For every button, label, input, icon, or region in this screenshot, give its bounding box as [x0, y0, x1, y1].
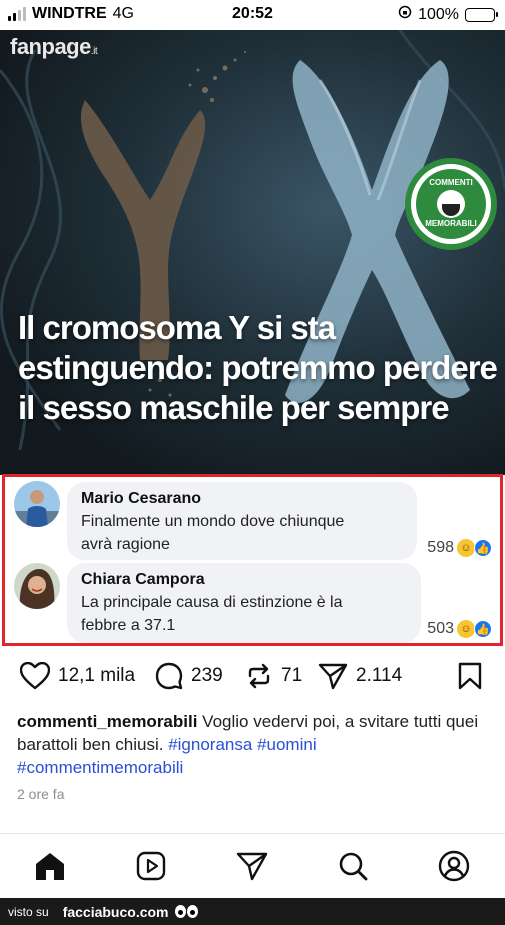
heart-icon — [20, 662, 50, 690]
bookmark-icon — [458, 662, 482, 690]
post-headline: Il cromosoma Y si sta estinguendo: potre… — [18, 309, 498, 426]
battery-percent: 100% — [418, 5, 459, 23]
nav-video[interactable] — [131, 846, 171, 886]
search-icon — [339, 852, 368, 881]
laugh-reaction-icon: ☺ — [457, 539, 475, 557]
save-button[interactable] — [457, 662, 483, 690]
comment-author[interactable]: Mario Cesarano — [81, 490, 403, 508]
comment-bubble[interactable]: Chiara Campora La principale causa di es… — [67, 563, 421, 643]
badge-top-text: COMMENTI — [429, 178, 473, 188]
home-icon — [36, 853, 64, 880]
share-button[interactable]: 2.114 — [318, 662, 402, 690]
repost-button[interactable]: 71 — [245, 662, 302, 690]
nav-profile[interactable] — [434, 846, 474, 886]
avatar[interactable] — [14, 563, 60, 609]
like-reaction-icon: 👍 — [474, 539, 492, 557]
like-reaction-icon: 👍 — [474, 620, 492, 638]
comments-count: 239 — [191, 665, 223, 686]
comment-reactions[interactable]: 503 ☺ 👍 — [427, 620, 492, 638]
commenti-memorabili-badge: COMMENTI MEMORABILI — [405, 158, 497, 250]
bottom-nav — [0, 846, 505, 886]
caption-username[interactable]: commenti_memorabili — [17, 712, 197, 731]
video-icon — [136, 851, 166, 881]
watermark-bar: visto su facciabuco.com — [0, 898, 505, 925]
status-bar: WINDTRE 4G 20:52 100% — [0, 0, 505, 30]
battery-icon — [465, 7, 498, 22]
avatar[interactable] — [14, 481, 60, 527]
comment-author[interactable]: Chiara Campora — [81, 571, 407, 589]
likes-count: 12,1 mila — [58, 665, 136, 686]
orientation-lock-icon — [398, 5, 412, 24]
nav-send[interactable] — [232, 846, 272, 886]
comment-reactions[interactable]: 598 ☺ 👍 — [427, 539, 492, 557]
hashtag[interactable]: #uomini — [257, 735, 317, 754]
comment-button[interactable]: 239 — [155, 662, 223, 690]
visto-su-label: visto su — [8, 904, 49, 919]
post-caption: commenti_memorabili Voglio vedervi poi, … — [17, 710, 487, 779]
site-name: facciabuco.com — [62, 903, 169, 920]
comment-text: La principale causa di estinzione è la f… — [81, 594, 343, 634]
post-actions: 12,1 mila 239 71 2.114 — [0, 662, 505, 698]
hashtag[interactable]: #commentimemorabili — [17, 758, 183, 777]
comment-bubble-icon — [155, 662, 183, 690]
reposts-count: 71 — [281, 665, 303, 686]
laugh-reaction-icon: ☺ — [457, 620, 475, 638]
nav-search[interactable] — [333, 846, 373, 886]
post-image[interactable]: fanpage.it COMMENTI MEMORABILI Il cromos… — [0, 30, 505, 475]
badge-bottom-text: MEMORABILI — [425, 219, 477, 228]
hashtag[interactable]: #ignoransa — [168, 735, 252, 754]
comment-text: Finalmente un mondo dove chiunque avrà r… — [81, 513, 345, 553]
fanpage-logo: fanpage.it — [10, 34, 98, 59]
shares-count: 2.114 — [356, 665, 403, 686]
facciabuco-eyes-icon — [174, 905, 198, 918]
reaction-count: 503 — [427, 620, 454, 637]
comment-bubble[interactable]: Mario Cesarano Finalmente un mondo dove … — [67, 482, 417, 560]
highlighted-comments: Mario Cesarano Finalmente un mondo dove … — [2, 474, 503, 646]
repost-icon — [248, 663, 270, 689]
divider — [0, 833, 505, 834]
like-button[interactable]: 12,1 mila — [20, 662, 135, 690]
profile-icon — [438, 850, 470, 882]
send-icon — [236, 852, 268, 881]
badge-face-icon — [437, 190, 465, 218]
post-time: 2 ore fa — [17, 786, 65, 802]
send-icon — [318, 663, 348, 690]
nav-home[interactable] — [30, 846, 70, 886]
reaction-count: 598 — [427, 539, 454, 556]
